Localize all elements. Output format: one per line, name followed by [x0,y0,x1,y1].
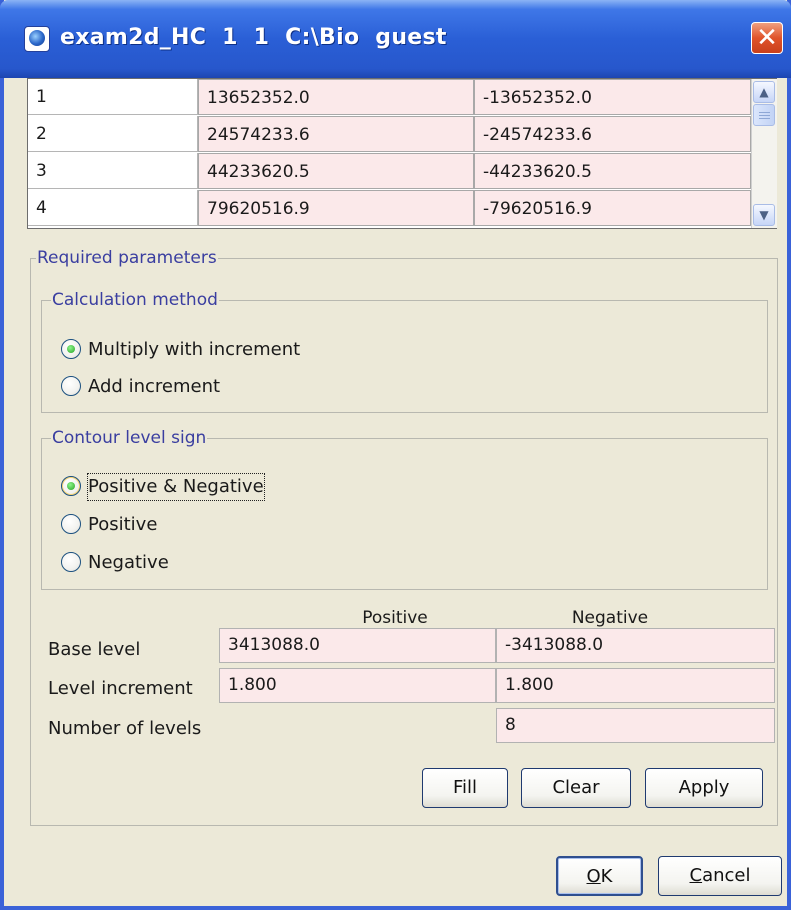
calculation-method-legend: Calculation method [51,290,219,310]
chevron-up-icon: ▲ [759,85,769,99]
positive-level-cell[interactable]: 79620516.9 [198,190,474,226]
chevron-down-icon: ▼ [759,208,769,222]
close-button[interactable]: ✕ [751,22,783,54]
positive-level-cell[interactable]: 44233620.5 [198,153,474,189]
base-level-label: Base level [48,639,141,660]
close-icon: ✕ [756,23,778,53]
window-title: exam2d_HC 1 1 C:\Bio guest [60,25,447,50]
required-parameters-legend: Required parameters [36,248,218,268]
level-table[interactable]: 1 13652352.0 -13652352.0 2 24574233.6 -2… [27,78,777,229]
scroll-thumb[interactable] [753,104,775,126]
table-row-index: 4 [28,190,198,226]
clear-button[interactable]: Clear [521,768,631,808]
level-increment-label: Level increment [48,678,193,699]
radio-label[interactable]: Positive & Negative [87,473,265,501]
number-of-levels-field[interactable]: 8 [496,708,775,743]
scroll-down-button[interactable]: ▼ [753,204,775,226]
base-level-negative-field[interactable]: -3413088.0 [496,628,775,663]
table-scrollbar[interactable]: ▲ ▼ [751,79,777,228]
ok-mnemonic: O [586,866,601,887]
title-bar[interactable]: exam2d_HC 1 1 C:\Bio guest ✕ [0,0,791,78]
radio-button-checked[interactable] [61,339,81,359]
cancel-label-rest: ancel [702,865,751,886]
table-row-index: 2 [28,116,198,152]
number-of-levels-label: Number of levels [48,718,202,739]
contour-level-sign-legend: Contour level sign [51,428,208,448]
radio-label[interactable]: Add increment [88,374,220,400]
positive-column-header: Positive [362,608,428,628]
level-increment-negative-field[interactable]: 1.800 [496,668,775,703]
fill-button[interactable]: Fill [422,768,508,808]
scroll-up-button[interactable]: ▲ [753,81,775,103]
topspin-icon [24,26,50,52]
ok-label-rest: K [600,866,613,887]
negative-column-header: Negative [571,608,649,628]
cancel-mnemonic: C [689,865,703,886]
ok-button[interactable]: OK [556,856,643,896]
radio-button[interactable] [61,552,81,572]
negative-level-cell[interactable]: -13652352.0 [474,79,751,115]
positive-level-cell[interactable]: 24574233.6 [198,116,474,152]
radio-button[interactable] [61,514,81,534]
cancel-button[interactable]: Cancel [658,856,782,896]
table-row-index: 1 [28,79,198,115]
table-row-index: 3 [28,153,198,189]
negative-level-cell[interactable]: -44233620.5 [474,153,751,189]
radio-button[interactable] [61,376,81,396]
negative-level-cell[interactable]: -24574233.6 [474,116,751,152]
base-level-positive-field[interactable]: 3413088.0 [219,628,496,663]
positive-level-cell[interactable]: 13652352.0 [198,79,474,115]
radio-label[interactable]: Negative [88,550,169,576]
negative-level-cell[interactable]: -79620516.9 [474,190,751,226]
level-increment-positive-field[interactable]: 1.800 [219,668,496,703]
radio-label[interactable]: Multiply with increment [88,337,300,363]
apply-button[interactable]: Apply [645,768,763,808]
radio-label[interactable]: Positive [88,512,157,538]
radio-button-checked[interactable] [61,476,81,496]
